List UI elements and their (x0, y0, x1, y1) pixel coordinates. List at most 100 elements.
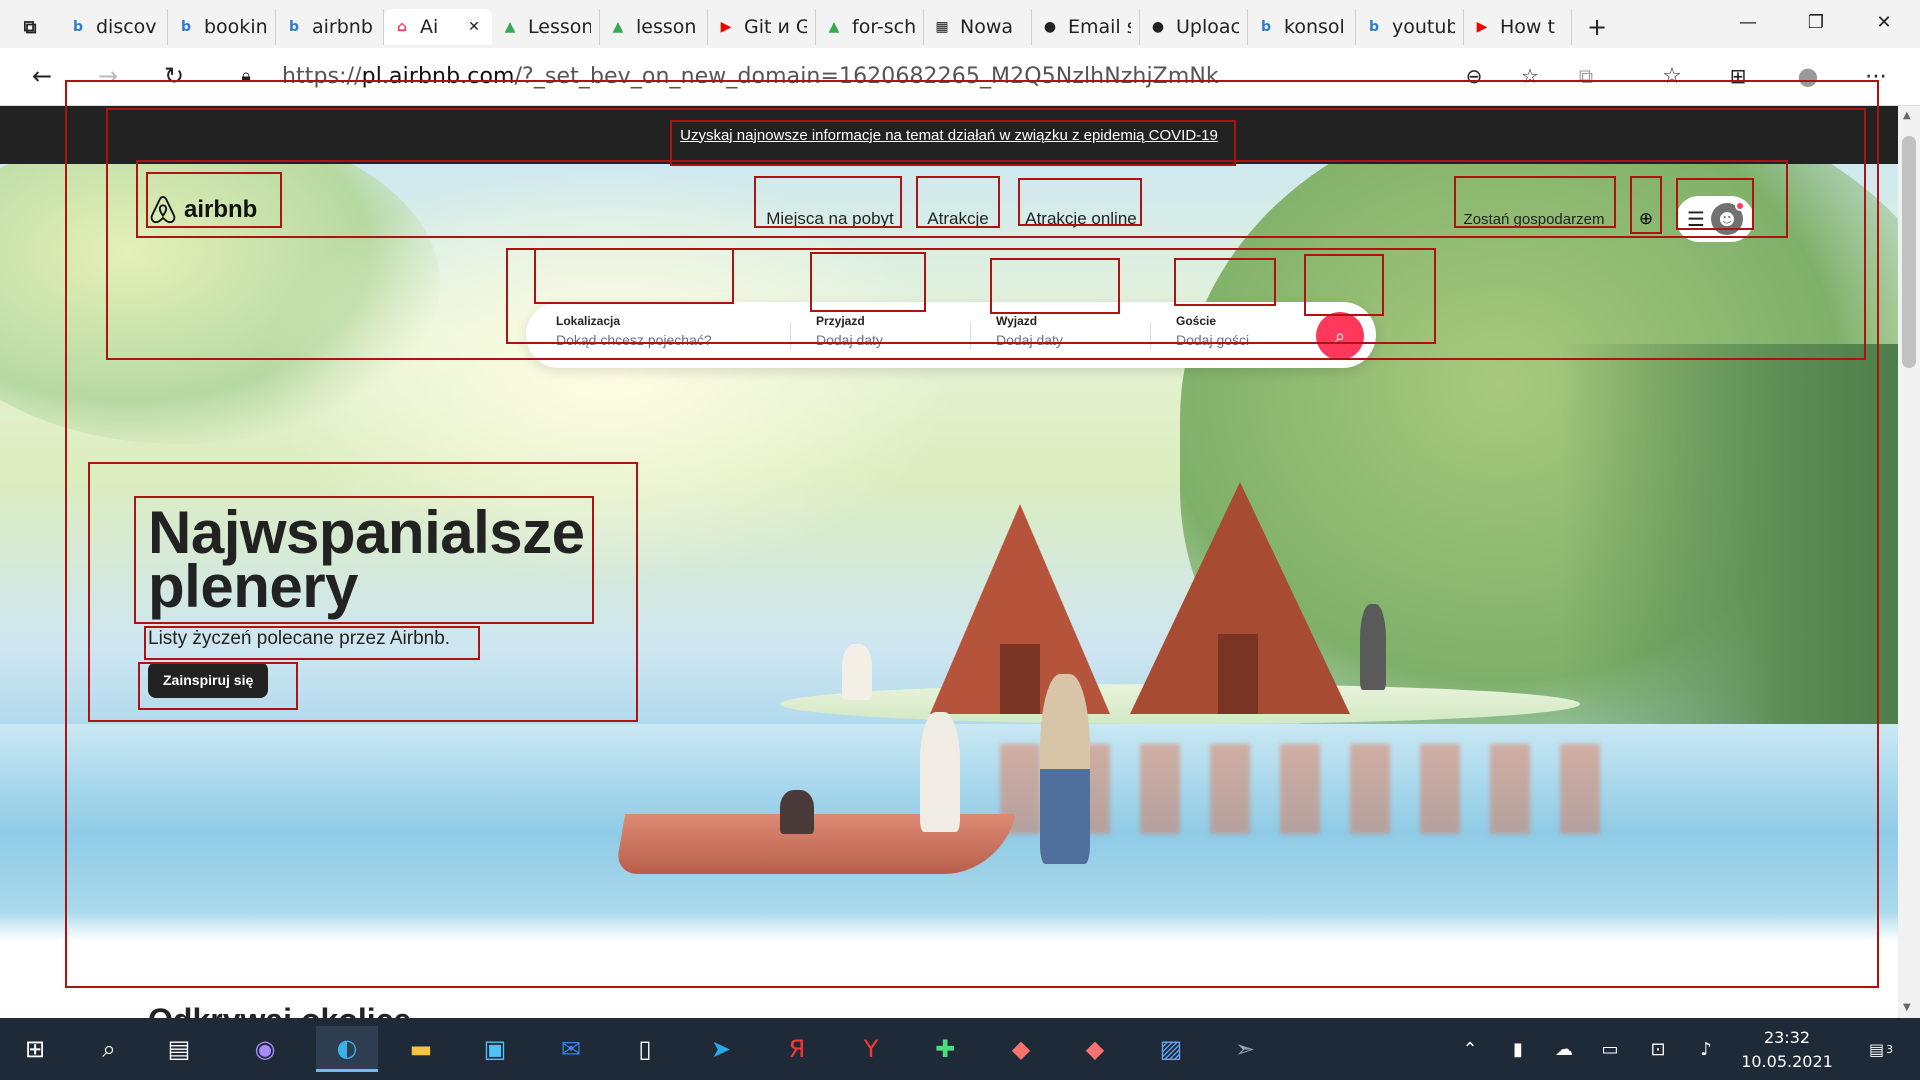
url-bar[interactable]: 🔒︎ https://pl.airbnb.com/?_set_bev_on_ne… (216, 54, 1616, 98)
refresh-icon[interactable]: ↻ (156, 58, 192, 94)
google-drive-icon: ▲ (504, 19, 516, 35)
tab-7[interactable]: ▶ Git и G (708, 9, 816, 45)
guests-label: Goście (1176, 314, 1217, 328)
new-tab-button[interactable]: + (1572, 9, 1622, 45)
search-divider (1150, 322, 1151, 350)
github-icon: ● (1043, 19, 1057, 35)
scroll-up-icon[interactable]: ▲ (1903, 110, 1911, 121)
add-favorite-icon[interactable]: ☆ (1512, 58, 1548, 94)
user-menu-button[interactable]: ☰ ☻ (1676, 196, 1754, 242)
show-hidden-icons-icon[interactable]: ⌃ (1452, 1018, 1488, 1080)
google-drive-icon: ▲ (828, 19, 840, 35)
alice-assistant-icon[interactable]: ◉ (234, 1026, 296, 1072)
checkout-field[interactable]: Wyjazd Dodaj daty (996, 314, 1116, 348)
search-icon[interactable]: ⌕ (78, 1026, 140, 1072)
collections-icon[interactable]: ⊞ (1720, 58, 1756, 94)
telegram-icon[interactable]: ➤ (690, 1026, 752, 1072)
tab-5[interactable]: ▲ Lesson (492, 9, 600, 45)
file-explorer-icon[interactable]: ▬ (390, 1026, 452, 1072)
tab-2[interactable]: b bookin (168, 9, 276, 45)
volume-icon[interactable]: ♪ (1688, 1018, 1724, 1080)
scroll-thumb[interactable] (1902, 136, 1916, 368)
yandex-icon[interactable]: Я (766, 1026, 828, 1072)
search-divider (790, 322, 791, 350)
active-tab-indicator (822, 236, 838, 238)
notepad-icon[interactable]: ▯ (614, 1026, 676, 1072)
restore-button[interactable]: ❐ (1782, 0, 1850, 44)
cabin-door-left (1000, 644, 1040, 714)
github-icon: ● (1151, 19, 1165, 35)
become-host-link[interactable]: Zostań gospodarzem (1454, 194, 1614, 244)
person-standing-in-boat (920, 712, 960, 832)
tab-places-to-stay[interactable]: Miejsca na pobyt (756, 194, 904, 244)
location-field[interactable]: Lokalizacja Dokąd chcesz pojechać? (556, 314, 746, 348)
plus-icon: + (1586, 13, 1608, 41)
airbnb-logo[interactable]: airbnb (148, 194, 257, 226)
pycharm-icon[interactable]: ➣ (1214, 1026, 1276, 1072)
tab-14[interactable]: ▶ How t (1464, 9, 1572, 45)
inspire-me-button[interactable]: Zainspiruj się (148, 662, 269, 698)
hero-subtitle: Listy życzeń polecane przez Airbnb. (148, 628, 451, 649)
guests-field[interactable]: Goście Dodaj gości (1176, 314, 1296, 348)
notification-count: 3 (1886, 1042, 1894, 1056)
become-host-label: Zostań gospodarzem (1463, 210, 1605, 228)
tab-8[interactable]: ▲ for-sch (816, 9, 924, 45)
bing-icon: b (72, 19, 84, 35)
url-text: https://pl.airbnb.com/?_set_bev_on_new_d… (282, 63, 1219, 89)
page-scrollbar[interactable]: ▲ ▼ (1898, 106, 1920, 1018)
tab-1[interactable]: b discov (60, 9, 168, 45)
tab-6[interactable]: ▲ lesson (600, 9, 708, 45)
app-plus-icon[interactable]: ✚ (914, 1026, 976, 1072)
close-tab-icon[interactable]: ✕ (464, 17, 484, 37)
search-button[interactable]: ⌕ (1316, 312, 1364, 360)
tab-4-active[interactable]: ⌂ Ai ✕ (384, 9, 492, 45)
tab-actions-icon[interactable]: ⧉ (0, 9, 60, 45)
checkin-label: Przyjazd (816, 314, 865, 328)
checkin-field[interactable]: Przyjazd Dodaj daty (816, 314, 926, 348)
address-toolbar: ← → ↻ 🔒︎ https://pl.airbnb.com/?_set_bev… (0, 48, 1920, 106)
tab-experiences[interactable]: Atrakcje (918, 194, 998, 244)
profile-icon[interactable]: ● (1790, 58, 1826, 94)
tab-online-experiences[interactable]: Atrakcje online (1018, 194, 1144, 244)
tab-10[interactable]: ● Email s (1032, 9, 1140, 45)
clock-date: 10.05.2021 (1741, 1052, 1833, 1071)
git-app-icon[interactable]: ◆ (990, 1026, 1052, 1072)
close-window-button[interactable]: ✕ (1850, 0, 1918, 44)
tab-9[interactable]: ▦ Nowa (924, 9, 1032, 45)
tab-12[interactable]: b konsol (1248, 9, 1356, 45)
favorites-icon[interactable]: ☆ (1654, 58, 1690, 94)
globe-icon[interactable]: ⊕ (1630, 194, 1662, 244)
minimize-button[interactable]: — (1714, 0, 1782, 44)
taskbar-clock[interactable]: 23:32 10.05.2021 (1722, 1026, 1852, 1074)
notifications-icon[interactable]: ▤ 3 (1856, 1018, 1906, 1080)
yandex-browser-icon[interactable]: Y (840, 1026, 902, 1072)
tab-13[interactable]: b youtub (1356, 9, 1464, 45)
airbnb-icon: ⌂ (396, 19, 408, 35)
network-icon[interactable]: ⊡ (1640, 1018, 1676, 1080)
task-view-icon[interactable]: ▤ (148, 1026, 210, 1072)
battery-icon[interactable]: ▭ (1592, 1018, 1628, 1080)
store-icon[interactable]: ▣ (464, 1026, 526, 1072)
scroll-down-icon[interactable]: ▼ (1903, 1002, 1911, 1013)
windows-start-icon[interactable]: ⊞ (4, 1026, 66, 1072)
mail-icon[interactable]: ✉ (540, 1026, 602, 1072)
onedrive-icon[interactable]: ☁ (1546, 1018, 1582, 1080)
microphone-icon[interactable]: ▮ (1500, 1018, 1536, 1080)
hamburger-icon: ☰ (1687, 207, 1705, 231)
back-icon[interactable]: ← (24, 58, 60, 94)
tab-11[interactable]: ● Uploac (1140, 9, 1248, 45)
lock-icon[interactable]: 🔒︎ (228, 58, 264, 94)
git-app-icon[interactable]: ◆ (1064, 1026, 1126, 1072)
edge-browser-icon[interactable]: ◐ (316, 1026, 378, 1072)
cabin-door-right (1218, 634, 1258, 714)
new-tab-icon: ▦ (935, 19, 949, 35)
checkout-label: Wyjazd (996, 314, 1038, 328)
photos-icon[interactable]: ▨ (1140, 1026, 1202, 1072)
logo-text: airbnb (184, 196, 258, 223)
zoom-icon[interactable]: ⊖ (1456, 58, 1492, 94)
covid-info-link[interactable]: Uzyskaj najnowsze informacje na temat dz… (680, 127, 1218, 144)
forward-icon[interactable]: → (90, 58, 126, 94)
more-icon[interactable]: ⋯ (1858, 58, 1894, 94)
tab-3[interactable]: b airbnb (276, 9, 384, 45)
extension-icon[interactable]: ⧉ (1568, 58, 1604, 94)
